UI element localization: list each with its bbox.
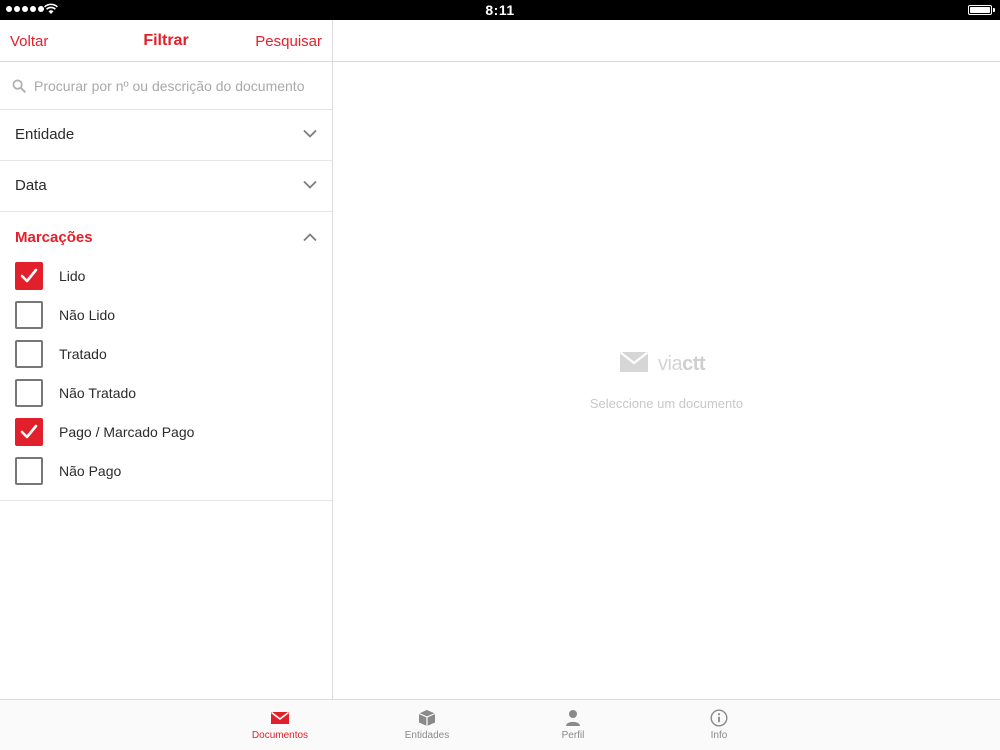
status-bar: 8:11 <box>0 0 1000 20</box>
checkbox[interactable] <box>15 301 43 329</box>
tab-label: Perfil <box>561 730 585 741</box>
checkbox-row-pago[interactable]: Pago / Marcado Pago <box>15 418 315 446</box>
envelope-logo-icon <box>620 352 648 372</box>
section-marcacoes: Marcações Lido Não Lido Tratado Não Trat… <box>0 212 332 501</box>
checkbox[interactable] <box>15 379 43 407</box>
filter-panel: Voltar Filtrar Pesquisar Entidade Data M… <box>0 20 332 699</box>
detail-navbar <box>333 20 1000 62</box>
person-icon <box>566 710 580 726</box>
section-entidade[interactable]: Entidade <box>0 110 332 161</box>
checkbox[interactable] <box>15 340 43 368</box>
envelope-icon <box>271 711 289 724</box>
section-label: Entidade <box>15 126 75 143</box>
tab-perfil[interactable]: Perfil <box>523 700 623 750</box>
chevron-up-icon[interactable] <box>303 233 317 242</box>
chevron-down-icon <box>303 180 317 189</box>
search-bar <box>0 62 332 110</box>
checkmark-icon <box>20 424 38 439</box>
checkbox-label: Não Tratado <box>59 385 137 401</box>
checkbox[interactable] <box>15 457 43 485</box>
status-time: 8:11 <box>485 2 515 18</box>
tab-label: Documentos <box>251 730 309 741</box>
detail-panel: viactt Seleccione um documento <box>333 20 1000 699</box>
brand-text-bold: ctt <box>682 353 706 375</box>
tab-info[interactable]: Info <box>669 700 769 750</box>
checkmark-icon <box>20 268 38 283</box>
chevron-down-icon <box>303 129 317 138</box>
search-icon <box>12 79 26 93</box>
checkbox-row-nao-tratado[interactable]: Não Tratado <box>15 379 315 407</box>
tab-label: Entidades <box>404 730 450 741</box>
checkbox-row-tratado[interactable]: Tratado <box>15 340 315 368</box>
checkbox-label: Lido <box>59 268 86 284</box>
checkbox-row-nao-pago[interactable]: Não Pago <box>15 457 315 485</box>
search-button[interactable]: Pesquisar <box>255 33 322 50</box>
section-header-marcacoes[interactable]: Marcações <box>15 229 93 246</box>
checkbox-label: Não Lido <box>59 307 116 323</box>
tab-label: Info <box>710 730 728 741</box>
info-icon <box>710 709 728 727</box>
checkbox-label: Pago / Marcado Pago <box>59 424 195 440</box>
section-data[interactable]: Data <box>0 161 332 212</box>
filter-navbar: Voltar Filtrar Pesquisar <box>0 20 332 62</box>
checkbox[interactable] <box>15 262 43 290</box>
search-input[interactable] <box>34 76 324 96</box>
checkbox-label: Tratado <box>59 346 107 362</box>
checkbox-row-nao-lido[interactable]: Não Lido <box>15 301 315 329</box>
checkbox-label: Não Pago <box>59 463 122 479</box>
section-label: Data <box>15 177 47 194</box>
brand-text-light: via <box>658 353 683 375</box>
checkbox-row-lido[interactable]: Lido <box>15 262 315 290</box>
checkbox[interactable] <box>15 418 43 446</box>
tab-bar: Documentos Entidades Perfil Info <box>0 699 1000 750</box>
tab-entidades[interactable]: Entidades <box>377 700 477 750</box>
tab-documentos[interactable]: Documentos <box>230 700 330 750</box>
battery-icon <box>968 5 995 15</box>
box-icon <box>418 710 436 726</box>
viactt-logo: viactt <box>620 352 720 375</box>
empty-state-message: Seleccione um documento <box>589 396 744 411</box>
